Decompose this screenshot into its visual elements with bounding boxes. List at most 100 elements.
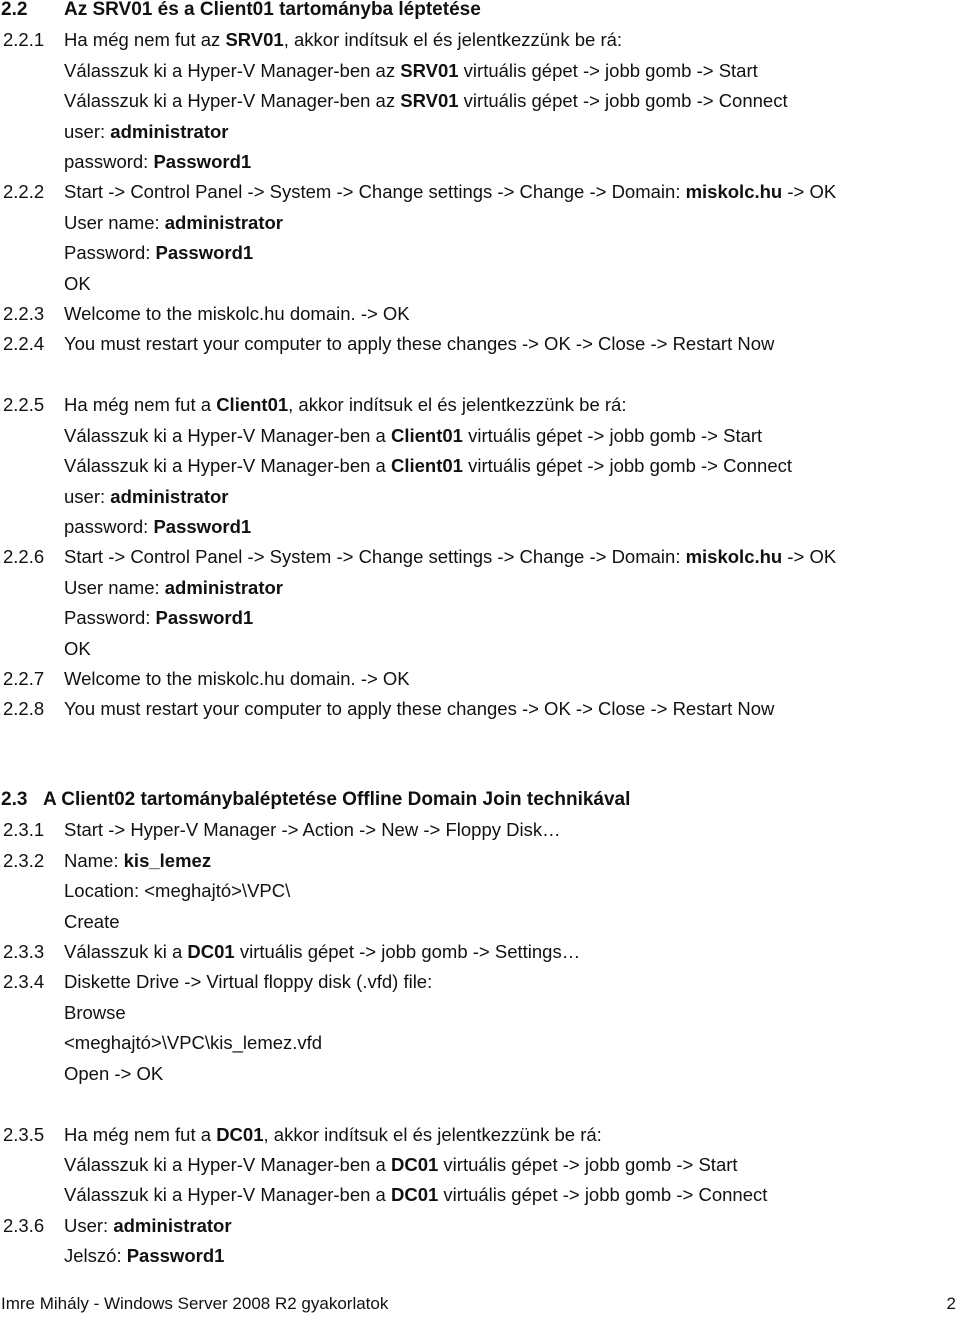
text-segment: Start -> Control Panel -> System -> Chan…	[64, 546, 686, 568]
bold-term: DC01	[390, 1153, 439, 1175]
bold-term: administrator	[110, 485, 229, 507]
text-segment: Válasszuk ki a Hyper-V Manager-ben az	[64, 90, 401, 112]
text-segment: virtuális gépet -> jobb gomb -> Start	[438, 1153, 738, 1175]
line-text: Start -> Control Panel -> System -> Chan…	[64, 180, 836, 204]
line-text: Jelszó: Password1	[64, 1244, 224, 1268]
text-segment: Start -> Hyper-V Manager -> Action -> Ne…	[64, 819, 561, 841]
line-text: Password: Password1	[64, 241, 253, 265]
text-segment: Jelszó:	[64, 1245, 127, 1267]
line-text: password: Password1	[64, 515, 251, 539]
text-segment: Create	[64, 910, 120, 932]
bold-term: miskolc.hu	[685, 546, 783, 568]
text-segment: Válasszuk ki a Hyper-V Manager-ben a	[64, 455, 391, 477]
text-segment: virtuális gépet -> jobb gomb -> Start	[458, 59, 758, 81]
bold-term: SRV01	[400, 59, 459, 81]
line-text: OK	[64, 272, 91, 296]
line-text: user: administrator	[64, 485, 229, 509]
line-text: Start -> Control Panel -> System -> Chan…	[64, 545, 836, 569]
text-segment: You must restart your computer to apply …	[64, 333, 775, 355]
line-text: Válasszuk ki a Hyper-V Manager-ben a DC0…	[64, 1183, 767, 1207]
line-text: Welcome to the miskolc.hu domain. -> OK	[64, 302, 410, 326]
bold-term: Client01	[390, 424, 463, 446]
step-number: 2.2.2	[3, 181, 45, 203]
step-number: 2.2.7	[3, 667, 45, 689]
step-number: 2.3	[1, 789, 28, 810]
text-segment: User name:	[64, 576, 165, 598]
text-segment: Ha még nem fut az	[64, 29, 226, 51]
text-segment: virtuális gépet -> jobb gomb -> Connect	[438, 1184, 768, 1206]
text-segment: Password:	[64, 242, 156, 264]
line-text: Válasszuk ki a Hyper-V Manager-ben a Cli…	[64, 454, 792, 478]
bold-term: Password1	[155, 607, 254, 629]
bold-term: SRV01	[225, 29, 284, 51]
text-segment: user:	[64, 485, 111, 507]
line-text: <meghajtó>\VPC\kis_lemez.vfd	[64, 1031, 322, 1055]
line-text: Válasszuk ki a DC01 virtuális gépet -> j…	[64, 940, 580, 964]
text-segment: , akkor indítsuk el és jelentkezzünk be …	[288, 394, 627, 416]
text-segment: OK	[64, 637, 91, 659]
line-text: Location: <meghajtó>\VPC\	[64, 879, 290, 903]
text-segment: Name:	[64, 849, 124, 871]
text-segment: -> OK	[782, 181, 837, 203]
step-number: 2.3.4	[3, 971, 45, 993]
text-segment: User:	[64, 1214, 114, 1236]
text-segment: Válasszuk ki a Hyper-V Manager-ben a	[64, 424, 391, 446]
step-number: 2.2.4	[3, 333, 45, 355]
text-segment: Start -> Control Panel -> System -> Chan…	[64, 181, 686, 203]
page-number: 2	[946, 1294, 956, 1313]
line-text: User name: administrator	[64, 576, 283, 600]
step-number: 2.3.1	[3, 819, 45, 841]
line-text: password: Password1	[64, 150, 251, 174]
line-text: User: administrator	[64, 1214, 232, 1238]
text-segment: virtuális gépet -> jobb gomb -> Settings…	[234, 941, 581, 962]
text-segment: Welcome to the miskolc.hu domain. -> OK	[64, 667, 410, 689]
bold-term: Password1	[153, 151, 252, 172]
line-text: Password: Password1	[64, 606, 253, 630]
text-segment: virtuális gépet -> jobb gomb -> Connect	[462, 455, 793, 477]
text-segment: Welcome to the miskolc.hu domain. -> OK	[64, 303, 410, 324]
text-segment: Válasszuk ki a Hyper-V Manager-ben az	[64, 59, 401, 81]
bold-term: kis_lemez	[123, 849, 212, 871]
line-text: You must restart your computer to apply …	[64, 697, 774, 721]
text-segment: Az SRV01 és a Client01 tartományba lépte…	[64, 0, 481, 20]
step-number: 2.2.6	[3, 546, 45, 568]
text-segment: virtuális gépet -> jobb gomb -> Start	[462, 424, 763, 446]
text-segment: virtuális gépet -> jobb gomb -> Connect	[458, 90, 788, 112]
bold-term: DC01	[187, 941, 235, 962]
text-segment: OK	[64, 272, 91, 294]
line-text: Diskette Drive -> Virtual floppy disk (.…	[64, 970, 432, 994]
text-segment: You must restart your computer to apply …	[64, 698, 775, 720]
page-footer: Imre Mihály - Windows Server 2008 R2 gya…	[0, 1292, 960, 1316]
text-segment: Ha még nem fut a	[64, 1123, 217, 1145]
line-text: A Client02 tartománybaléptetése Offline …	[43, 788, 630, 812]
text-segment: password:	[64, 515, 154, 537]
line-text: User name: administrator	[64, 211, 283, 235]
text-segment: <meghajtó>\VPC\kis_lemez.vfd	[64, 1032, 323, 1054]
line-text: Welcome to the miskolc.hu domain. -> OK	[64, 667, 410, 691]
text-segment: password:	[64, 151, 154, 172]
text-segment: , akkor indítsuk el és jelentkezzünk be …	[283, 29, 623, 51]
bold-term: Password1	[155, 242, 254, 264]
line-text: user: administrator	[64, 120, 229, 144]
bold-term: DC01	[216, 1123, 264, 1145]
line-text: Válasszuk ki a Hyper-V Manager-ben a DC0…	[64, 1153, 738, 1177]
bold-term: Password1	[126, 1245, 225, 1267]
line-text: You must restart your computer to apply …	[64, 332, 774, 356]
line-text: Az SRV01 és a Client01 tartományba lépte…	[64, 0, 481, 22]
text-segment: Válasszuk ki a	[64, 941, 188, 962]
line-text: Browse	[64, 1001, 126, 1025]
line-text: Create	[64, 910, 120, 934]
bold-term: Client01	[216, 394, 289, 416]
text-segment: A Client02 tartománybaléptetése Offline …	[43, 789, 631, 810]
line-text: Válasszuk ki a Hyper-V Manager-ben az SR…	[64, 89, 788, 113]
step-number: 2.3.6	[3, 1214, 45, 1236]
footer-text: Imre Mihály - Windows Server 2008 R2 gya…	[1, 1294, 389, 1313]
line-text: Ha még nem fut a Client01, akkor indítsu…	[64, 393, 626, 417]
step-number: 2.2.3	[3, 303, 45, 324]
text-segment: Válasszuk ki a Hyper-V Manager-ben a	[64, 1184, 391, 1206]
line-text: OK	[64, 637, 91, 661]
step-number: 2.2.5	[3, 394, 45, 416]
bold-term: Password1	[153, 515, 252, 537]
line-text: Open -> OK	[64, 1062, 163, 1086]
line-text: Válasszuk ki a Hyper-V Manager-ben a Cli…	[64, 424, 762, 448]
